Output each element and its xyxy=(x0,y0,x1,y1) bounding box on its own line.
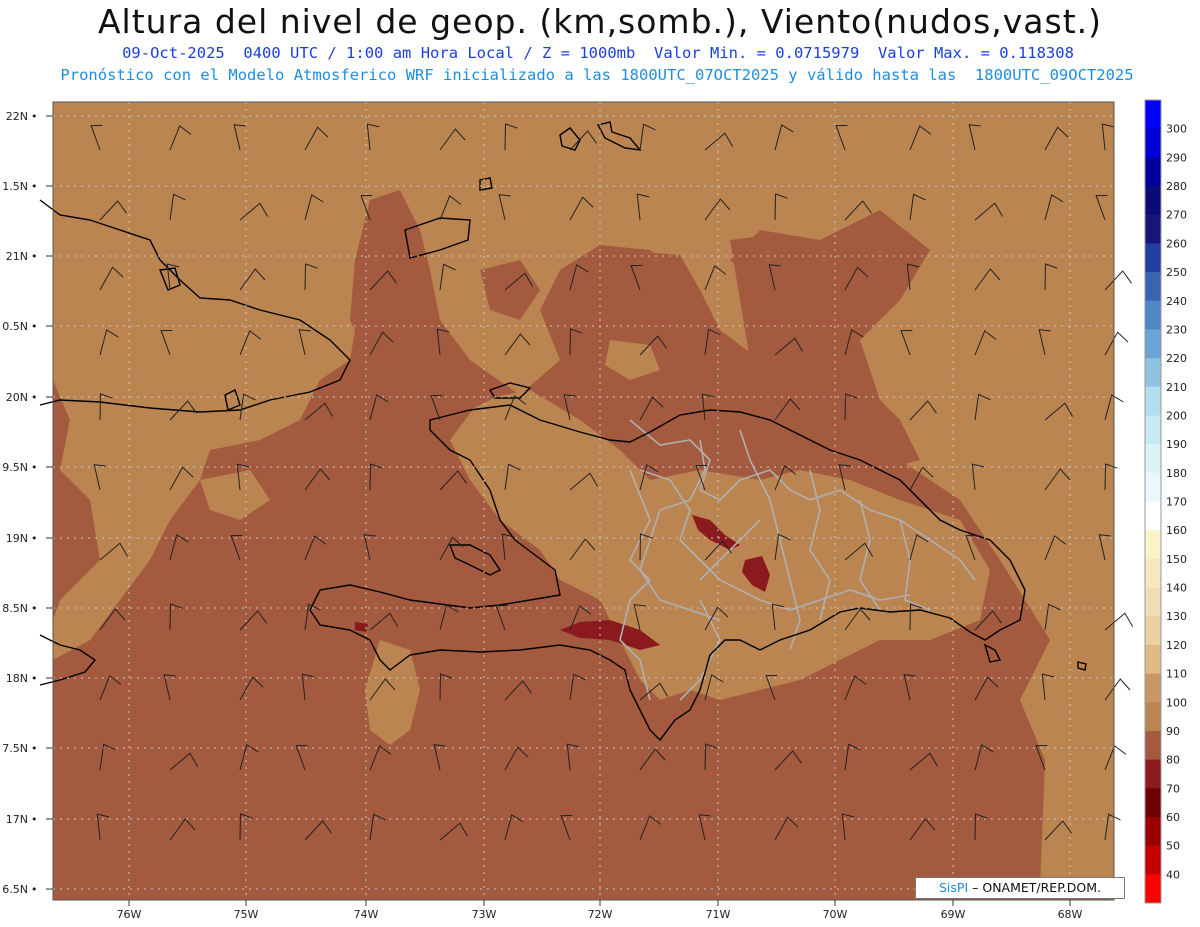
colorbar-swatch xyxy=(1145,845,1161,875)
colorbar-label: 180 xyxy=(1166,467,1187,480)
credit-brand: SisPI xyxy=(939,880,969,895)
lon-label: 76W xyxy=(117,908,142,921)
lon-label: 75W xyxy=(234,908,259,921)
svg-text:•: • xyxy=(31,180,38,193)
colorbar-label: 210 xyxy=(1166,381,1187,394)
colorbar-swatch xyxy=(1145,358,1161,388)
colorbar-swatch xyxy=(1145,673,1161,703)
colorbar-label: 190 xyxy=(1166,438,1187,451)
colorbar-label: 290 xyxy=(1166,151,1187,164)
colorbar-swatch xyxy=(1145,702,1161,732)
credit-text: – ONAMET/REP.DOM. xyxy=(968,880,1101,895)
svg-text:•: • xyxy=(31,742,38,755)
svg-text:•: • xyxy=(31,602,38,615)
colorbar-label: 130 xyxy=(1166,610,1187,623)
colorbar-label: 250 xyxy=(1166,266,1187,279)
colorbar-label: 90 xyxy=(1166,725,1180,738)
latitude-labels: 22N 1.5N 21N 0.5N 20N 9.5N 19N 8.5N 18N … xyxy=(2,110,28,896)
svg-text:•: • xyxy=(31,391,38,404)
colorbar-swatch xyxy=(1145,214,1161,244)
colorbar-label: 270 xyxy=(1166,209,1187,222)
colorbar-label: 170 xyxy=(1166,496,1187,509)
lon-label: 73W xyxy=(472,908,497,921)
colorbar-swatch xyxy=(1145,587,1161,617)
lon-label: 74W xyxy=(354,908,379,921)
lon-label: 70W xyxy=(823,908,848,921)
colorbar-label: 70 xyxy=(1166,782,1180,795)
colorbar-swatch xyxy=(1145,874,1161,904)
colorbar-swatch xyxy=(1145,386,1161,416)
lat-tick-marks: • • • • • • • • • • • • xyxy=(31,110,38,896)
svg-text:•: • xyxy=(31,250,38,263)
colorbar-label: 300 xyxy=(1166,123,1187,136)
colorbar-label: 260 xyxy=(1166,237,1187,250)
lat-label: 9.5N xyxy=(2,461,28,474)
svg-text:•: • xyxy=(31,110,38,123)
colorbar-swatch xyxy=(1145,415,1161,445)
colorbar xyxy=(1144,99,1162,904)
lat-label: 20N xyxy=(6,391,28,404)
colorbar-swatch xyxy=(1145,816,1161,847)
colorbar-swatch xyxy=(1145,128,1161,158)
colorbar-label: 40 xyxy=(1166,868,1180,881)
svg-text:•: • xyxy=(31,883,38,896)
svg-text:•: • xyxy=(31,532,38,545)
colorbar-label: 160 xyxy=(1166,524,1187,537)
longitude-labels: 76W 75W 74W 73W 72W 71W 70W 69W 68W xyxy=(117,908,1083,921)
lat-label: 1.5N xyxy=(2,180,28,193)
colorbar-label: 150 xyxy=(1166,553,1187,566)
colorbar-swatch xyxy=(1145,472,1161,502)
lat-label: 7.5N xyxy=(2,742,28,755)
credit-box: SisPI – ONAMET/REP.DOM. xyxy=(915,877,1125,899)
colorbar-swatch xyxy=(1145,444,1161,474)
colorbar-label: 200 xyxy=(1166,410,1187,423)
colorbar-label: 140 xyxy=(1166,582,1187,595)
lat-label: 6.5N xyxy=(2,883,28,896)
colorbar-label: 80 xyxy=(1166,754,1180,767)
colorbar-swatch xyxy=(1145,530,1161,560)
lat-label: 21N xyxy=(6,250,28,263)
lat-label: 0.5N xyxy=(2,320,28,333)
colorbar-label: 230 xyxy=(1166,323,1187,336)
colorbar-label: 240 xyxy=(1166,295,1187,308)
colorbar-swatch xyxy=(1145,501,1161,531)
svg-text:•: • xyxy=(31,672,38,685)
lat-label: 22N xyxy=(6,110,28,123)
lat-label: 17N xyxy=(6,813,28,826)
colorbar-swatch xyxy=(1145,272,1161,302)
svg-text:•: • xyxy=(31,813,38,826)
colorbar-label: 100 xyxy=(1166,696,1187,709)
colorbar-swatch xyxy=(1145,644,1161,675)
colorbar-swatch xyxy=(1145,186,1161,216)
lat-label: 19N xyxy=(6,532,28,545)
colorbar-swatch xyxy=(1145,100,1161,130)
lon-label: 69W xyxy=(941,908,966,921)
map-svg: 22N 1.5N 21N 0.5N 20N 9.5N 19N 8.5N 18N … xyxy=(2,99,1187,921)
colorbar-labels: 300 290 280 270 260 250 240 230 220 210 200 190 180 1… xyxy=(1166,123,1187,882)
colorbar-label: 220 xyxy=(1166,352,1187,365)
lat-label: 18N xyxy=(6,672,28,685)
colorbar-label: 110 xyxy=(1166,668,1187,681)
colorbar-label: 50 xyxy=(1166,840,1180,853)
colorbar-label: 60 xyxy=(1166,811,1180,824)
svg-text:•: • xyxy=(31,320,38,333)
svg-text:•: • xyxy=(31,461,38,474)
colorbar-label: 120 xyxy=(1166,639,1187,652)
colorbar-swatch xyxy=(1145,616,1161,646)
lon-label: 71W xyxy=(706,908,731,921)
colorbar-swatch xyxy=(1145,243,1161,273)
lat-label: 8.5N xyxy=(2,602,28,615)
colorbar-swatch xyxy=(1145,759,1161,789)
colorbar-swatch xyxy=(1145,558,1161,589)
colorbar-swatch xyxy=(1145,788,1161,818)
lon-label: 72W xyxy=(588,908,613,921)
lon-label: 68W xyxy=(1058,908,1083,921)
colorbar-swatch xyxy=(1145,730,1161,761)
colorbar-label: 280 xyxy=(1166,180,1187,193)
colorbar-swatch xyxy=(1145,157,1161,187)
colorbar-swatch xyxy=(1145,300,1161,330)
colorbar-swatch xyxy=(1145,329,1161,359)
